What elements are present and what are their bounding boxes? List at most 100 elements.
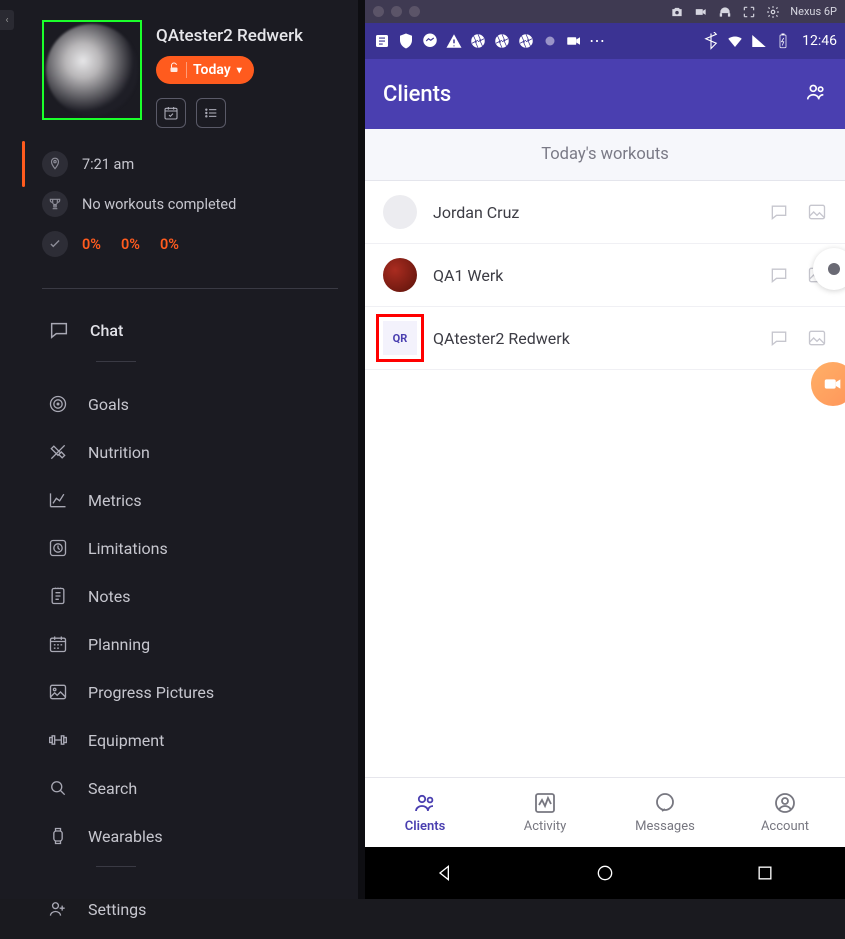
tab-account[interactable]: Account xyxy=(725,778,845,847)
people-icon[interactable] xyxy=(805,81,827,107)
client-name: QAtester2 Redwerk xyxy=(433,329,753,348)
divider xyxy=(42,288,338,289)
headphones-icon[interactable] xyxy=(718,5,732,19)
avatar-highlight xyxy=(42,20,142,120)
status-percent-row: 0% 0% 0% xyxy=(42,224,338,264)
nav-group-1: Chat Goals Nutrition Metrics Limitations… xyxy=(0,293,358,939)
nav-limitations-label: Limitations xyxy=(88,539,168,558)
back-chevron[interactable]: ‹ xyxy=(0,10,14,30)
nav-planning[interactable]: Planning xyxy=(48,620,336,668)
nav-goals-label: Goals xyxy=(88,395,129,414)
aperture-icon xyxy=(493,32,511,50)
nav-limitations[interactable]: Limitations xyxy=(48,524,336,572)
client-row[interactable]: QR QAtester2 Redwerk xyxy=(365,307,845,370)
client-row[interactable]: Jordan Cruz xyxy=(365,181,845,244)
profile-avatar[interactable] xyxy=(46,24,138,116)
image-icon[interactable] xyxy=(807,202,827,222)
nav-planning-label: Planning xyxy=(88,635,150,654)
chat-icon[interactable] xyxy=(769,328,789,348)
messenger-icon xyxy=(421,32,439,50)
trophy-icon xyxy=(42,191,68,217)
tab-activity-label: Activity xyxy=(524,819,567,834)
profile-area: QAtester2 Redwerk Today ▾ xyxy=(0,0,358,138)
nav-progress-label: Progress Pictures xyxy=(88,683,214,702)
tab-clients[interactable]: Clients xyxy=(365,778,485,847)
android-home[interactable] xyxy=(595,863,615,883)
today-label: Today xyxy=(193,62,231,78)
nav-equipment[interactable]: Equipment xyxy=(48,716,336,764)
check-icon xyxy=(42,231,68,257)
status-list: 7:21 am No workouts completed 0% 0% 0% xyxy=(0,138,358,274)
tab-account-label: Account xyxy=(761,819,809,834)
video-icon xyxy=(565,32,583,50)
nav-nutrition[interactable]: Nutrition xyxy=(48,428,336,476)
chat-icon[interactable] xyxy=(769,265,789,285)
gear-icon[interactable] xyxy=(766,5,780,19)
battery-icon xyxy=(774,32,792,50)
wifi-icon xyxy=(726,32,744,50)
percent-0: 0% xyxy=(82,236,101,253)
divider xyxy=(96,361,136,362)
image-icon[interactable] xyxy=(807,328,827,348)
list-icon[interactable] xyxy=(196,98,226,128)
bottom-tab-bar: Clients Activity Messages Account xyxy=(365,777,845,847)
client-avatar xyxy=(383,258,417,292)
nav-equipment-label: Equipment xyxy=(88,731,164,750)
percent-2: 0% xyxy=(160,236,179,253)
nav-notes[interactable]: Notes xyxy=(48,572,336,620)
traffic-max[interactable] xyxy=(409,6,420,17)
nav-settings[interactable]: Settings xyxy=(48,885,336,933)
notif-icon xyxy=(373,32,391,50)
app-header: Clients xyxy=(365,59,845,129)
nav-progress[interactable]: Progress Pictures xyxy=(48,668,336,716)
status-time: 12:46 xyxy=(802,33,837,49)
more-icon: ⋯ xyxy=(589,36,607,46)
workouts-banner: Today's workouts xyxy=(365,129,845,181)
android-back[interactable] xyxy=(435,863,455,883)
nav-search[interactable]: Search xyxy=(48,764,336,812)
nav-goals[interactable]: Goals xyxy=(48,380,336,428)
nav-wearables[interactable]: Wearables xyxy=(48,812,336,860)
nav-nutrition-label: Nutrition xyxy=(88,443,150,462)
pin-icon xyxy=(42,151,68,177)
client-name: Jordan Cruz xyxy=(433,203,753,222)
client-name: QA1 Werk xyxy=(433,266,753,285)
profile-name: QAtester2 Redwerk xyxy=(156,26,338,46)
client-avatar xyxy=(383,195,417,229)
status-time: 7:21 am xyxy=(82,156,134,173)
aperture-icon xyxy=(469,32,487,50)
client-row[interactable]: QA1 Werk xyxy=(365,244,845,307)
client-list: Jordan Cruz QA1 Werk QR QAtester2 Redwer… xyxy=(365,181,845,777)
android-recent[interactable] xyxy=(755,863,775,883)
header-title: Clients xyxy=(383,82,451,107)
emulator-window: Nexus 6P ⋯ 12:46 Clients Today' xyxy=(365,0,845,899)
calendar-check-icon[interactable] xyxy=(156,98,186,128)
signal-icon xyxy=(750,32,768,50)
shield-icon xyxy=(397,32,415,50)
bluetooth-icon xyxy=(702,32,720,50)
chat-icon[interactable] xyxy=(769,202,789,222)
unlock-icon xyxy=(168,62,180,78)
nav-metrics[interactable]: Metrics xyxy=(48,476,336,524)
nav-metrics-label: Metrics xyxy=(88,491,142,510)
warning-icon xyxy=(445,32,463,50)
traffic-min[interactable] xyxy=(391,6,402,17)
nav-search-label: Search xyxy=(88,779,137,798)
percent-1: 0% xyxy=(121,236,140,253)
status-workouts-row: No workouts completed xyxy=(42,184,338,224)
today-button[interactable]: Today ▾ xyxy=(156,56,254,84)
nav-chat[interactable]: Chat xyxy=(48,305,336,355)
tab-messages[interactable]: Messages xyxy=(605,778,725,847)
traffic-close[interactable] xyxy=(373,6,384,17)
video-icon[interactable] xyxy=(694,5,708,19)
client-avatar-highlighted: QR xyxy=(383,321,417,355)
android-status-bar: ⋯ 12:46 xyxy=(365,23,845,59)
nav-notes-label: Notes xyxy=(88,587,131,606)
dot-icon xyxy=(541,32,559,50)
nav-wearables-label: Wearables xyxy=(88,827,163,846)
tab-activity[interactable]: Activity xyxy=(485,778,605,847)
camera-icon[interactable] xyxy=(670,5,684,19)
left-sidebar: ‹ QAtester2 Redwerk Today ▾ xyxy=(0,0,358,899)
android-nav-bar xyxy=(365,847,845,899)
fullscreen-icon[interactable] xyxy=(742,5,756,19)
